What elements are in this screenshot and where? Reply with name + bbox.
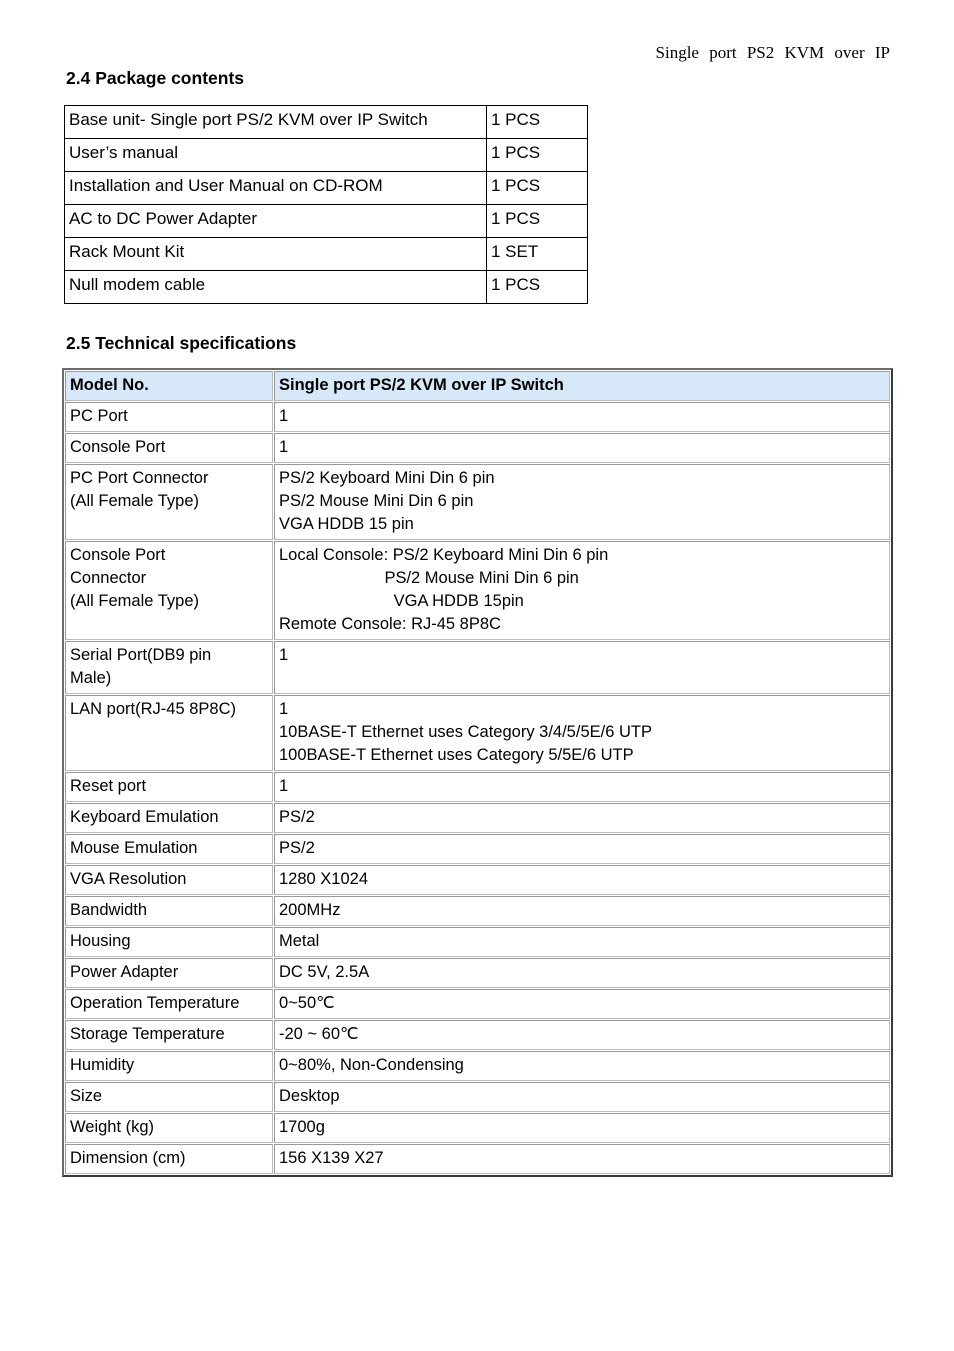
technical-specifications-table: Model No. Single port PS/2 KVM over IP Sw… — [62, 368, 893, 1177]
spec-label: Storage Temperature — [65, 1020, 273, 1050]
spec-value: 1 — [274, 641, 890, 694]
technical-specifications-body: Model No. Single port PS/2 KVM over IP Sw… — [65, 371, 890, 1174]
table-row: Base unit- Single port PS/2 KVM over IP … — [64, 105, 588, 139]
spec-value: 0~80%, Non-Condensing — [274, 1051, 890, 1081]
spec-value: Desktop — [274, 1082, 890, 1112]
spec-label: Serial Port(DB9 pin Male) — [65, 641, 273, 694]
spec-label: Weight (kg) — [65, 1113, 273, 1143]
table-row: Storage Temperature -20 ~ 60℃ — [65, 1020, 890, 1050]
table-row: Null modem cable 1 PCS — [64, 270, 588, 304]
package-item-name: Null modem cable — [64, 270, 487, 304]
spec-value: 1 — [274, 433, 890, 463]
spec-value: 0~50℃ — [274, 989, 890, 1019]
spec-header-label: Model No. — [65, 371, 273, 401]
spec-label: Reset port — [65, 772, 273, 802]
table-row: Housing Metal — [65, 927, 890, 957]
table-row: Dimension (cm) 156 X139 X27 — [65, 1144, 890, 1174]
table-row: PC Port Connector (All Female Type) PS/2 … — [65, 464, 890, 540]
table-row: LAN port(RJ-45 8P8C) 1 10BASE-T Ethernet … — [65, 695, 890, 771]
spec-value: 1 10BASE-T Ethernet uses Category 3/4/5/… — [274, 695, 890, 771]
spec-label: PC Port Connector (All Female Type) — [65, 464, 273, 540]
package-item-name: Installation and User Manual on CD-ROM — [64, 171, 487, 205]
table-row: Mouse Emulation PS/2 — [65, 834, 890, 864]
package-item-name: Base unit- Single port PS/2 KVM over IP … — [64, 105, 487, 139]
table-row: Power Adapter DC 5V, 2.5A — [65, 958, 890, 988]
table-row: Reset port 1 — [65, 772, 890, 802]
table-row: Installation and User Manual on CD-ROM 1 … — [64, 171, 588, 205]
spec-value: PS/2 — [274, 803, 890, 833]
spec-label: Console Port — [65, 433, 273, 463]
spec-label: VGA Resolution — [65, 865, 273, 895]
table-row: AC to DC Power Adapter 1 PCS — [64, 204, 588, 238]
spec-label: Humidity — [65, 1051, 273, 1081]
spec-value: PS/2 — [274, 834, 890, 864]
table-row: VGA Resolution 1280 X1024 — [65, 865, 890, 895]
section-heading-technical-specifications: 2.5 Technical specifications — [66, 333, 297, 353]
spec-value: 1280 X1024 — [274, 865, 890, 895]
package-item-quantity: 1 PCS — [486, 105, 588, 139]
spec-value: -20 ~ 60℃ — [274, 1020, 890, 1050]
table-row: Bandwidth 200MHz — [65, 896, 890, 926]
spec-value: 156 X139 X27 — [274, 1144, 890, 1174]
spec-label: Console Port Connector (All Female Type) — [65, 541, 273, 640]
spec-value: Local Console: PS/2 Keyboard Mini Din 6 … — [274, 541, 890, 640]
table-row: Console Port Connector (All Female Type)… — [65, 541, 890, 640]
table-row: User’s manual 1 PCS — [64, 138, 588, 172]
spec-value: 1 — [274, 772, 890, 802]
spec-label: Keyboard Emulation — [65, 803, 273, 833]
spec-value: 200MHz — [274, 896, 890, 926]
running-header: Single port PS2 KVM over IP — [655, 43, 890, 62]
spec-value: DC 5V, 2.5A — [274, 958, 890, 988]
spec-label: Housing — [65, 927, 273, 957]
table-row: Operation Temperature 0~50℃ — [65, 989, 890, 1019]
spec-label: Power Adapter — [65, 958, 273, 988]
spec-label: Size — [65, 1082, 273, 1112]
package-contents-body: Base unit- Single port PS/2 KVM over IP … — [64, 105, 588, 304]
table-row: Serial Port(DB9 pin Male) 1 — [65, 641, 890, 694]
table-row: Weight (kg) 1700g — [65, 1113, 890, 1143]
package-item-quantity: 1 PCS — [486, 270, 588, 304]
package-item-quantity: 1 PCS — [486, 204, 588, 238]
package-contents-table: Base unit- Single port PS/2 KVM over IP … — [64, 105, 588, 304]
spec-label: Bandwidth — [65, 896, 273, 926]
table-row: Console Port 1 — [65, 433, 890, 463]
document-page: Single port PS2 KVM over IP 2.4 Package … — [0, 0, 954, 1351]
package-item-name: User’s manual — [64, 138, 487, 172]
table-row: Humidity 0~80%, Non-Condensing — [65, 1051, 890, 1081]
spec-value: Metal — [274, 927, 890, 957]
spec-label: Dimension (cm) — [65, 1144, 273, 1174]
table-row: Keyboard Emulation PS/2 — [65, 803, 890, 833]
section-heading-package-contents: 2.4 Package contents — [66, 68, 244, 88]
spec-header-row: Model No. Single port PS/2 KVM over IP Sw… — [65, 371, 890, 401]
spec-label: Mouse Emulation — [65, 834, 273, 864]
spec-label: Operation Temperature — [65, 989, 273, 1019]
spec-label: PC Port — [65, 402, 273, 432]
table-row: Rack Mount Kit 1 SET — [64, 237, 588, 271]
package-item-name: AC to DC Power Adapter — [64, 204, 487, 238]
spec-value: PS/2 Keyboard Mini Din 6 pin PS/2 Mouse … — [274, 464, 890, 540]
package-item-name: Rack Mount Kit — [64, 237, 487, 271]
table-row: PC Port 1 — [65, 402, 890, 432]
spec-value: 1700g — [274, 1113, 890, 1143]
package-item-quantity: 1 PCS — [486, 138, 588, 172]
spec-value: 1 — [274, 402, 890, 432]
spec-header-value: Single port PS/2 KVM over IP Switch — [274, 371, 890, 401]
spec-label: LAN port(RJ-45 8P8C) — [65, 695, 273, 771]
package-item-quantity: 1 SET — [486, 237, 588, 271]
package-item-quantity: 1 PCS — [486, 171, 588, 205]
table-row: Size Desktop — [65, 1082, 890, 1112]
